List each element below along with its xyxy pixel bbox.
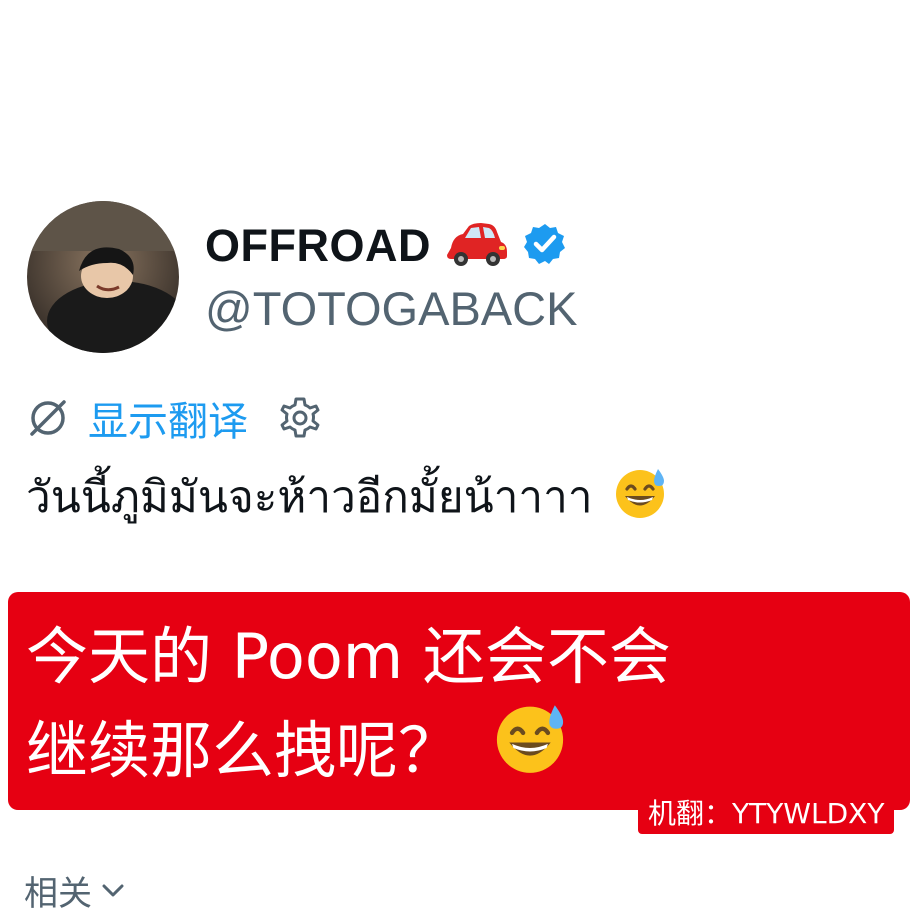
machine-translation-badge: 机翻：YTYWLDXY xyxy=(638,794,895,834)
sweat-smile-emoji-icon xyxy=(490,697,570,792)
globe-icon xyxy=(26,396,70,440)
avatar[interactable] xyxy=(27,201,179,353)
translation-overlay: 今天的 Poom 还会不会 继续那么拽呢？ xyxy=(8,592,910,810)
verified-badge-icon xyxy=(523,222,567,271)
translate-row: 显示翻译 xyxy=(26,393,324,445)
sweat-smile-emoji-icon xyxy=(611,463,669,532)
gear-icon[interactable] xyxy=(276,394,324,442)
tweet-page: OFFROAD @TOTOGABACK 显示翻译 วันนี้ภูมิมันจะ… xyxy=(0,0,924,924)
chevron-down-icon xyxy=(98,875,128,905)
show-translation-link[interactable]: 显示翻译 xyxy=(88,389,248,447)
related-toggle[interactable]: 相关 xyxy=(24,867,128,914)
tweet-text-content: วันนี้ภูมิมันจะห้าวอีกมั้ยน้าาาา xyxy=(26,472,593,523)
related-label: 相关 xyxy=(24,873,92,914)
overlay-line-2-row: 继续那么拽呢？ xyxy=(26,697,570,792)
tweet-text: วันนี้ภูมิมันจะห้าวอีกมั้ยน้าาาา xyxy=(26,462,669,532)
overlay-line-2: 继续那么拽呢？ xyxy=(26,713,461,787)
display-name-row: OFFROAD xyxy=(205,216,567,276)
avatar-image xyxy=(27,201,179,353)
user-handle[interactable]: @TOTOGABACK xyxy=(205,281,577,336)
car-icon xyxy=(445,222,509,271)
overlay-line-1: 今天的 Poom 还会不会 xyxy=(26,620,671,693)
display-name[interactable]: OFFROAD xyxy=(205,220,431,272)
